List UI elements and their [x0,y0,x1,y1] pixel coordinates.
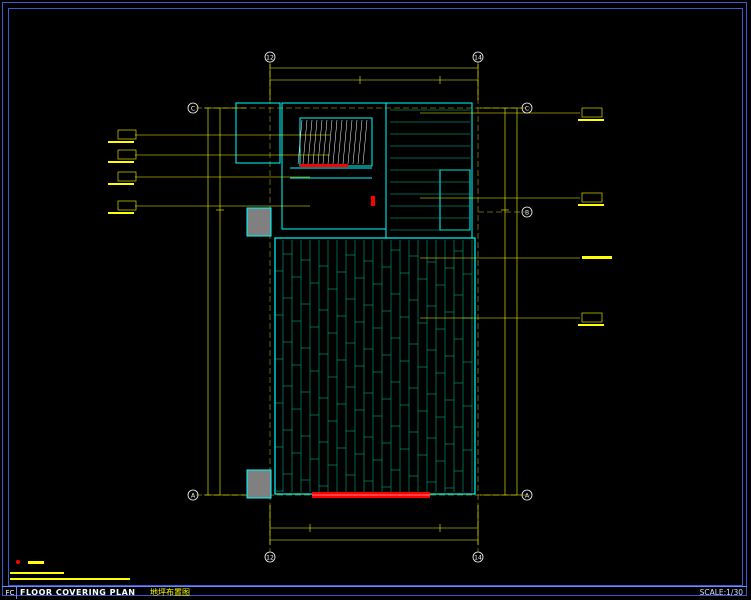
stair-hatch [297,119,368,165]
bottom-dimensions [269,505,479,545]
red-marker-2 [371,196,375,206]
axis-bubbles [187,51,533,563]
drawing-tag: FC [4,587,17,599]
cad-drawing: 12 14 12 14 C A C B A FC FLOOR COVERING … [0,0,751,600]
main-floor [274,237,476,495]
floor-plan: 12 14 12 14 C A C B A [10,51,612,580]
column-lower [246,469,272,499]
scale-label: SCALE:1/30 [699,588,743,597]
left-dimensions [204,107,246,496]
axis-label-right-top: C [525,106,529,113]
drawing-title: FLOOR COVERING PLAN [20,588,136,597]
axis-label-bottom-right: 14 [474,555,482,562]
grid-lines [196,62,530,552]
axis-label-right-mid: B [525,210,529,217]
right-dimensions [480,107,521,496]
axis-label-bottom-left: 12 [266,555,274,562]
axis-label-right-bottom: A [525,493,530,500]
axis-label-top-left: 12 [266,55,274,62]
axis-label-left-bottom: A [191,493,196,500]
leader-lines [135,112,580,319]
axis-label-left-top: C [191,106,195,113]
drawing-title-cn: 地坪布置图 [150,588,190,597]
title-bar: FC FLOOR COVERING PLAN 地坪布置图 SCALE:1/30 [2,586,747,599]
legend-symbol [10,560,130,580]
tile-pattern [390,109,470,231]
axis-label-top-right: 14 [474,55,482,62]
top-dimensions [269,64,479,100]
red-marker [300,164,348,167]
entrance-door [312,492,430,498]
column-upper [246,207,272,237]
